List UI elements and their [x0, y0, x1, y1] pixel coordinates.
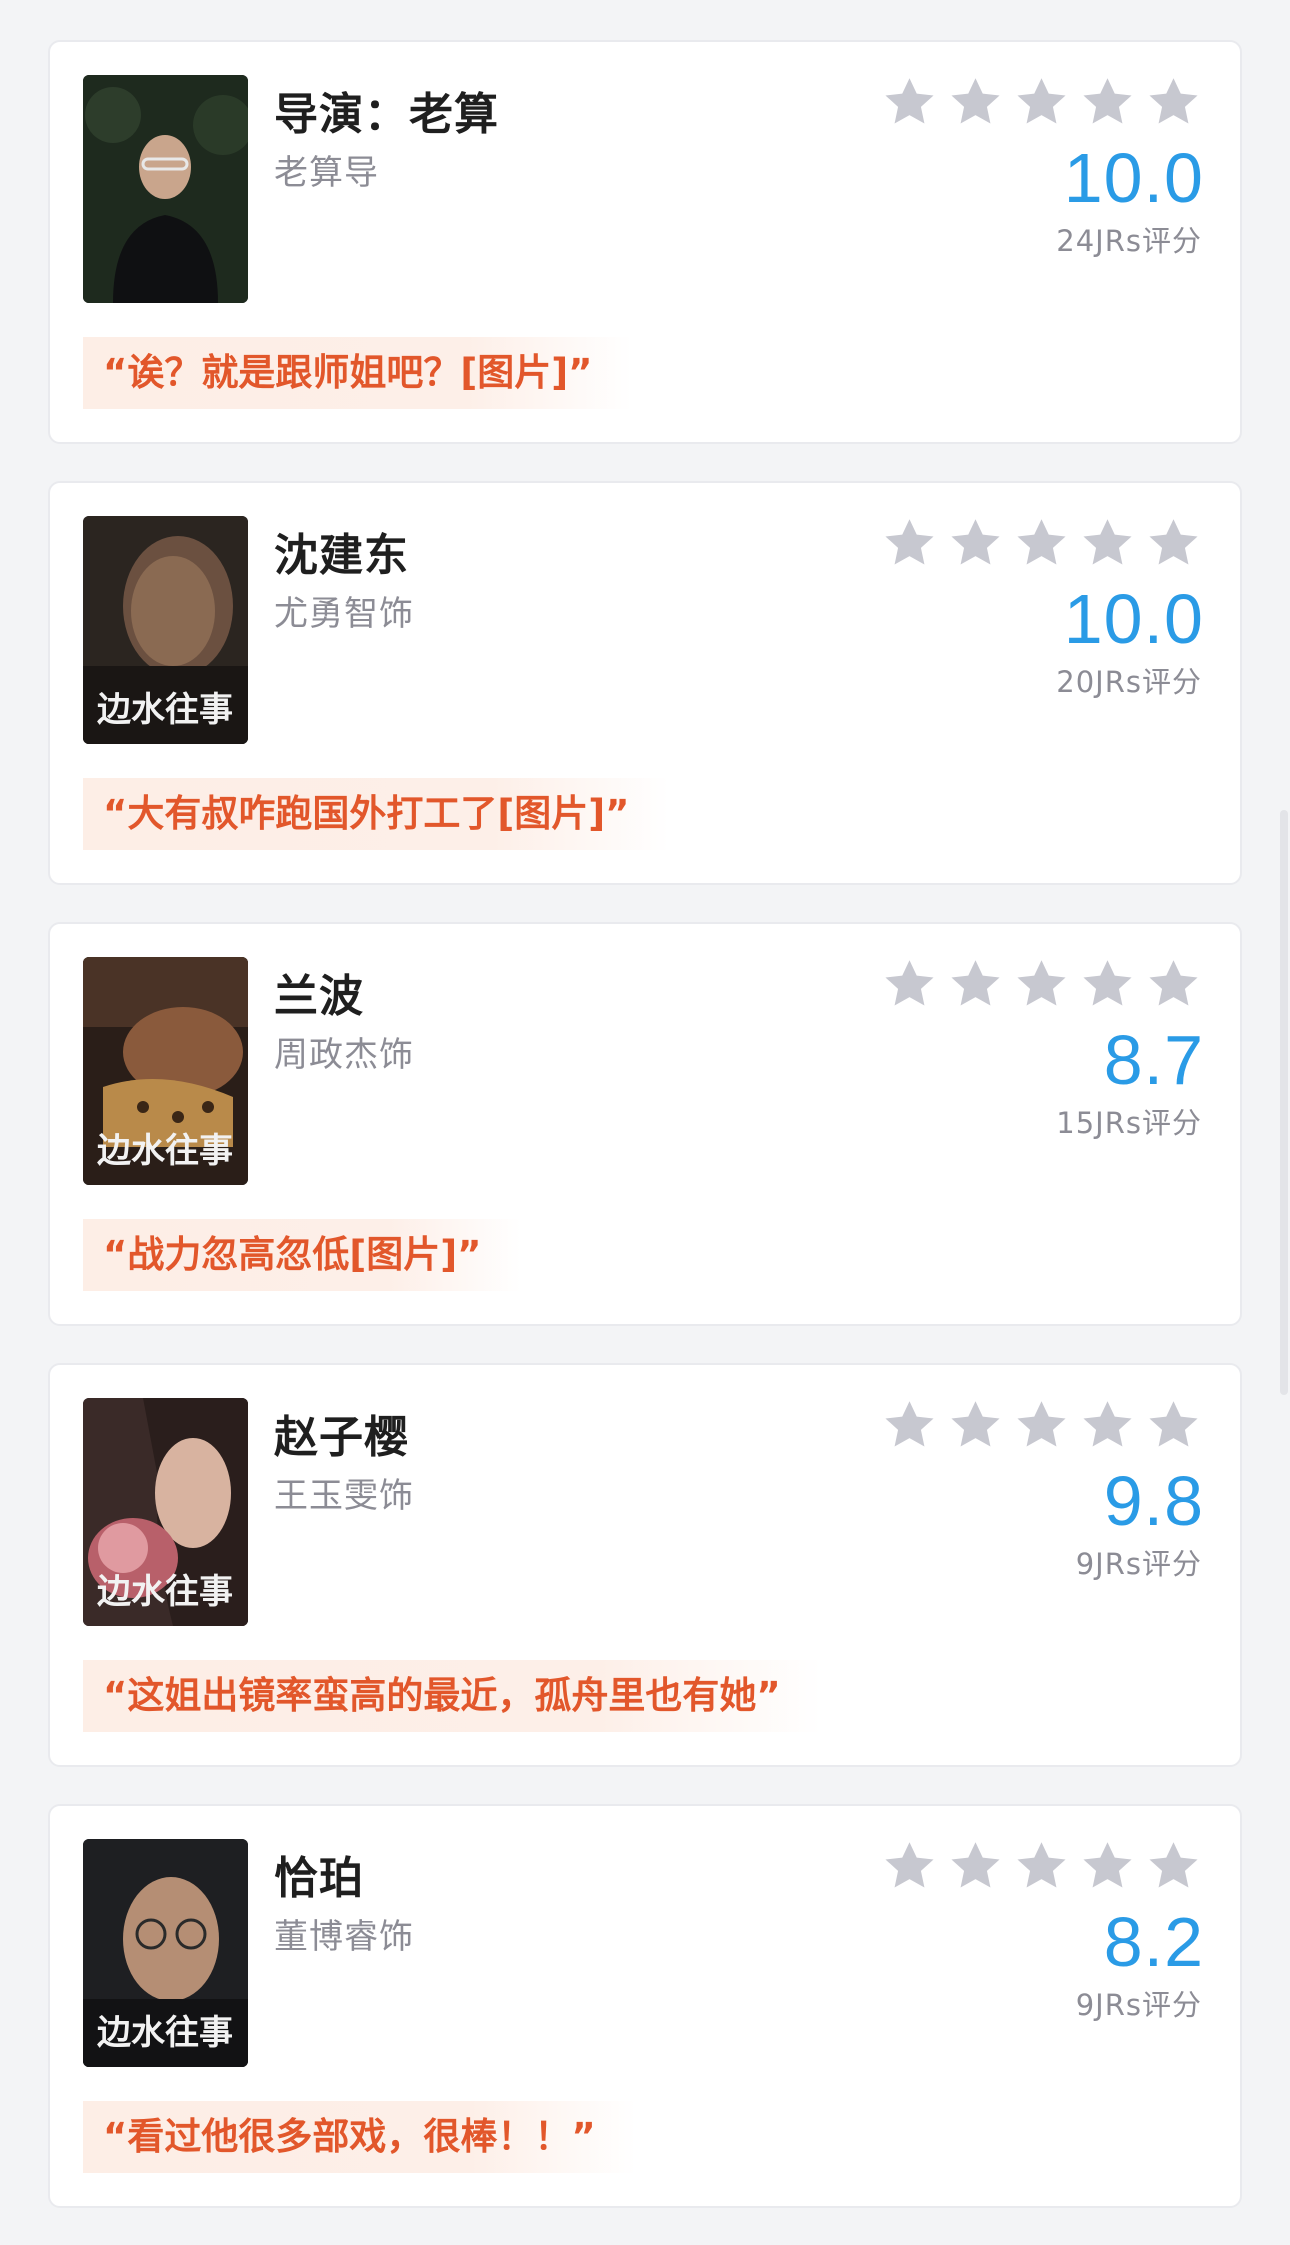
score-value: 9.8 [1103, 1462, 1204, 1540]
star-icon[interactable] [1145, 1838, 1202, 1894]
poster-logo: 边水往事 [97, 1131, 233, 1171]
actor-label: 王玉雯饰 [274, 1476, 414, 1516]
star-rating[interactable] [881, 1397, 1202, 1453]
character-poster-icon: 边水往事 [83, 516, 248, 744]
top-comment[interactable]: “看过他很多部戏，很棒！！” [83, 2101, 636, 2173]
star-icon[interactable] [881, 956, 938, 1012]
rating-count: 20JRs评分 [1056, 665, 1202, 699]
poster-logo: 边水往事 [97, 690, 233, 730]
actor-label: 尤勇智饰 [274, 594, 414, 634]
rating-card[interactable]: 边水往事 沈建东 尤勇智饰 10.0 20JRs评分 “大有叔咋跑国外打工了[图… [48, 481, 1242, 885]
rating-count: 9JRs评分 [1075, 1547, 1202, 1581]
actor-label: 董博睿饰 [274, 1917, 414, 1957]
rating-card[interactable]: 边水往事 赵子樱 王玉雯饰 9.8 9JRs评分 “这姐出镜率蛮高的最近，孤舟里… [48, 1363, 1242, 1767]
star-icon[interactable] [1079, 1397, 1136, 1453]
rating-card[interactable]: 边水往事 兰波 周政杰饰 8.7 15JRs评分 “战力忽高忽低[图片]” [48, 922, 1242, 1326]
score-value: 10.0 [1063, 139, 1204, 217]
top-comment[interactable]: “这姐出镜率蛮高的最近，孤舟里也有她” [83, 1660, 821, 1732]
rating-card[interactable]: 边水往事 恰珀 董博睿饰 8.2 9JRs评分 “看过他很多部戏，很棒！！” [48, 1804, 1242, 2208]
person-name: 导演：老算 [274, 89, 499, 140]
star-icon[interactable] [947, 956, 1004, 1012]
star-rating[interactable] [881, 956, 1202, 1012]
star-icon[interactable] [947, 74, 1004, 130]
rating-card-list: 导演：老算 老算导 10.0 24JRs评分 “诶？就是跟师姐吧？[图片]” 边… [48, 40, 1242, 2245]
star-icon[interactable] [1145, 956, 1202, 1012]
star-rating[interactable] [881, 515, 1202, 571]
star-icon[interactable] [1013, 1397, 1070, 1453]
character-name: 沈建东 [274, 530, 409, 581]
star-icon[interactable] [1013, 74, 1070, 130]
star-icon[interactable] [1013, 956, 1070, 1012]
star-icon[interactable] [947, 1838, 1004, 1894]
rating-card[interactable]: 导演：老算 老算导 10.0 24JRs评分 “诶？就是跟师姐吧？[图片]” [48, 40, 1242, 444]
score-value: 8.2 [1103, 1903, 1204, 1981]
role-label: 老算导 [274, 153, 379, 193]
star-icon[interactable] [1013, 1838, 1070, 1894]
actor-label: 周政杰饰 [274, 1035, 414, 1075]
star-icon[interactable] [881, 1838, 938, 1894]
star-icon[interactable] [947, 1397, 1004, 1453]
character-name: 兰波 [274, 971, 364, 1022]
star-icon[interactable] [1145, 515, 1202, 571]
top-comment[interactable]: “战力忽高忽低[图片]” [83, 1219, 522, 1291]
poster-logo: 边水往事 [97, 2013, 233, 2053]
rating-count: 24JRs评分 [1056, 224, 1202, 258]
director-photo-icon [83, 75, 248, 303]
star-icon[interactable] [881, 515, 938, 571]
rating-count: 9JRs评分 [1075, 1988, 1202, 2022]
score-value: 10.0 [1063, 580, 1204, 658]
character-poster-icon: 边水往事 [83, 1398, 248, 1626]
star-icon[interactable] [1079, 515, 1136, 571]
rating-count: 15JRs评分 [1056, 1106, 1202, 1140]
scrollbar-thumb[interactable] [1280, 810, 1288, 1395]
scrollbar[interactable] [1278, 0, 1290, 2231]
character-poster-icon: 边水往事 [83, 1839, 248, 2067]
star-icon[interactable] [881, 1397, 938, 1453]
character-name: 恰珀 [274, 1853, 364, 1904]
poster-logo: 边水往事 [97, 1572, 233, 1612]
star-icon[interactable] [1013, 515, 1070, 571]
star-icon[interactable] [1079, 1838, 1136, 1894]
star-icon[interactable] [1079, 74, 1136, 130]
star-icon[interactable] [947, 515, 1004, 571]
character-name: 赵子樱 [274, 1412, 409, 1463]
star-icon[interactable] [1145, 74, 1202, 130]
star-rating[interactable] [881, 74, 1202, 130]
star-icon[interactable] [1145, 1397, 1202, 1453]
star-icon[interactable] [881, 74, 938, 130]
star-icon[interactable] [1079, 956, 1136, 1012]
star-rating[interactable] [881, 1838, 1202, 1894]
top-comment[interactable]: “诶？就是跟师姐吧？[图片]” [83, 337, 633, 409]
character-poster-icon: 边水往事 [83, 957, 248, 1185]
score-value: 8.7 [1103, 1021, 1204, 1099]
top-comment[interactable]: “大有叔咋跑国外打工了[图片]” [83, 778, 670, 850]
